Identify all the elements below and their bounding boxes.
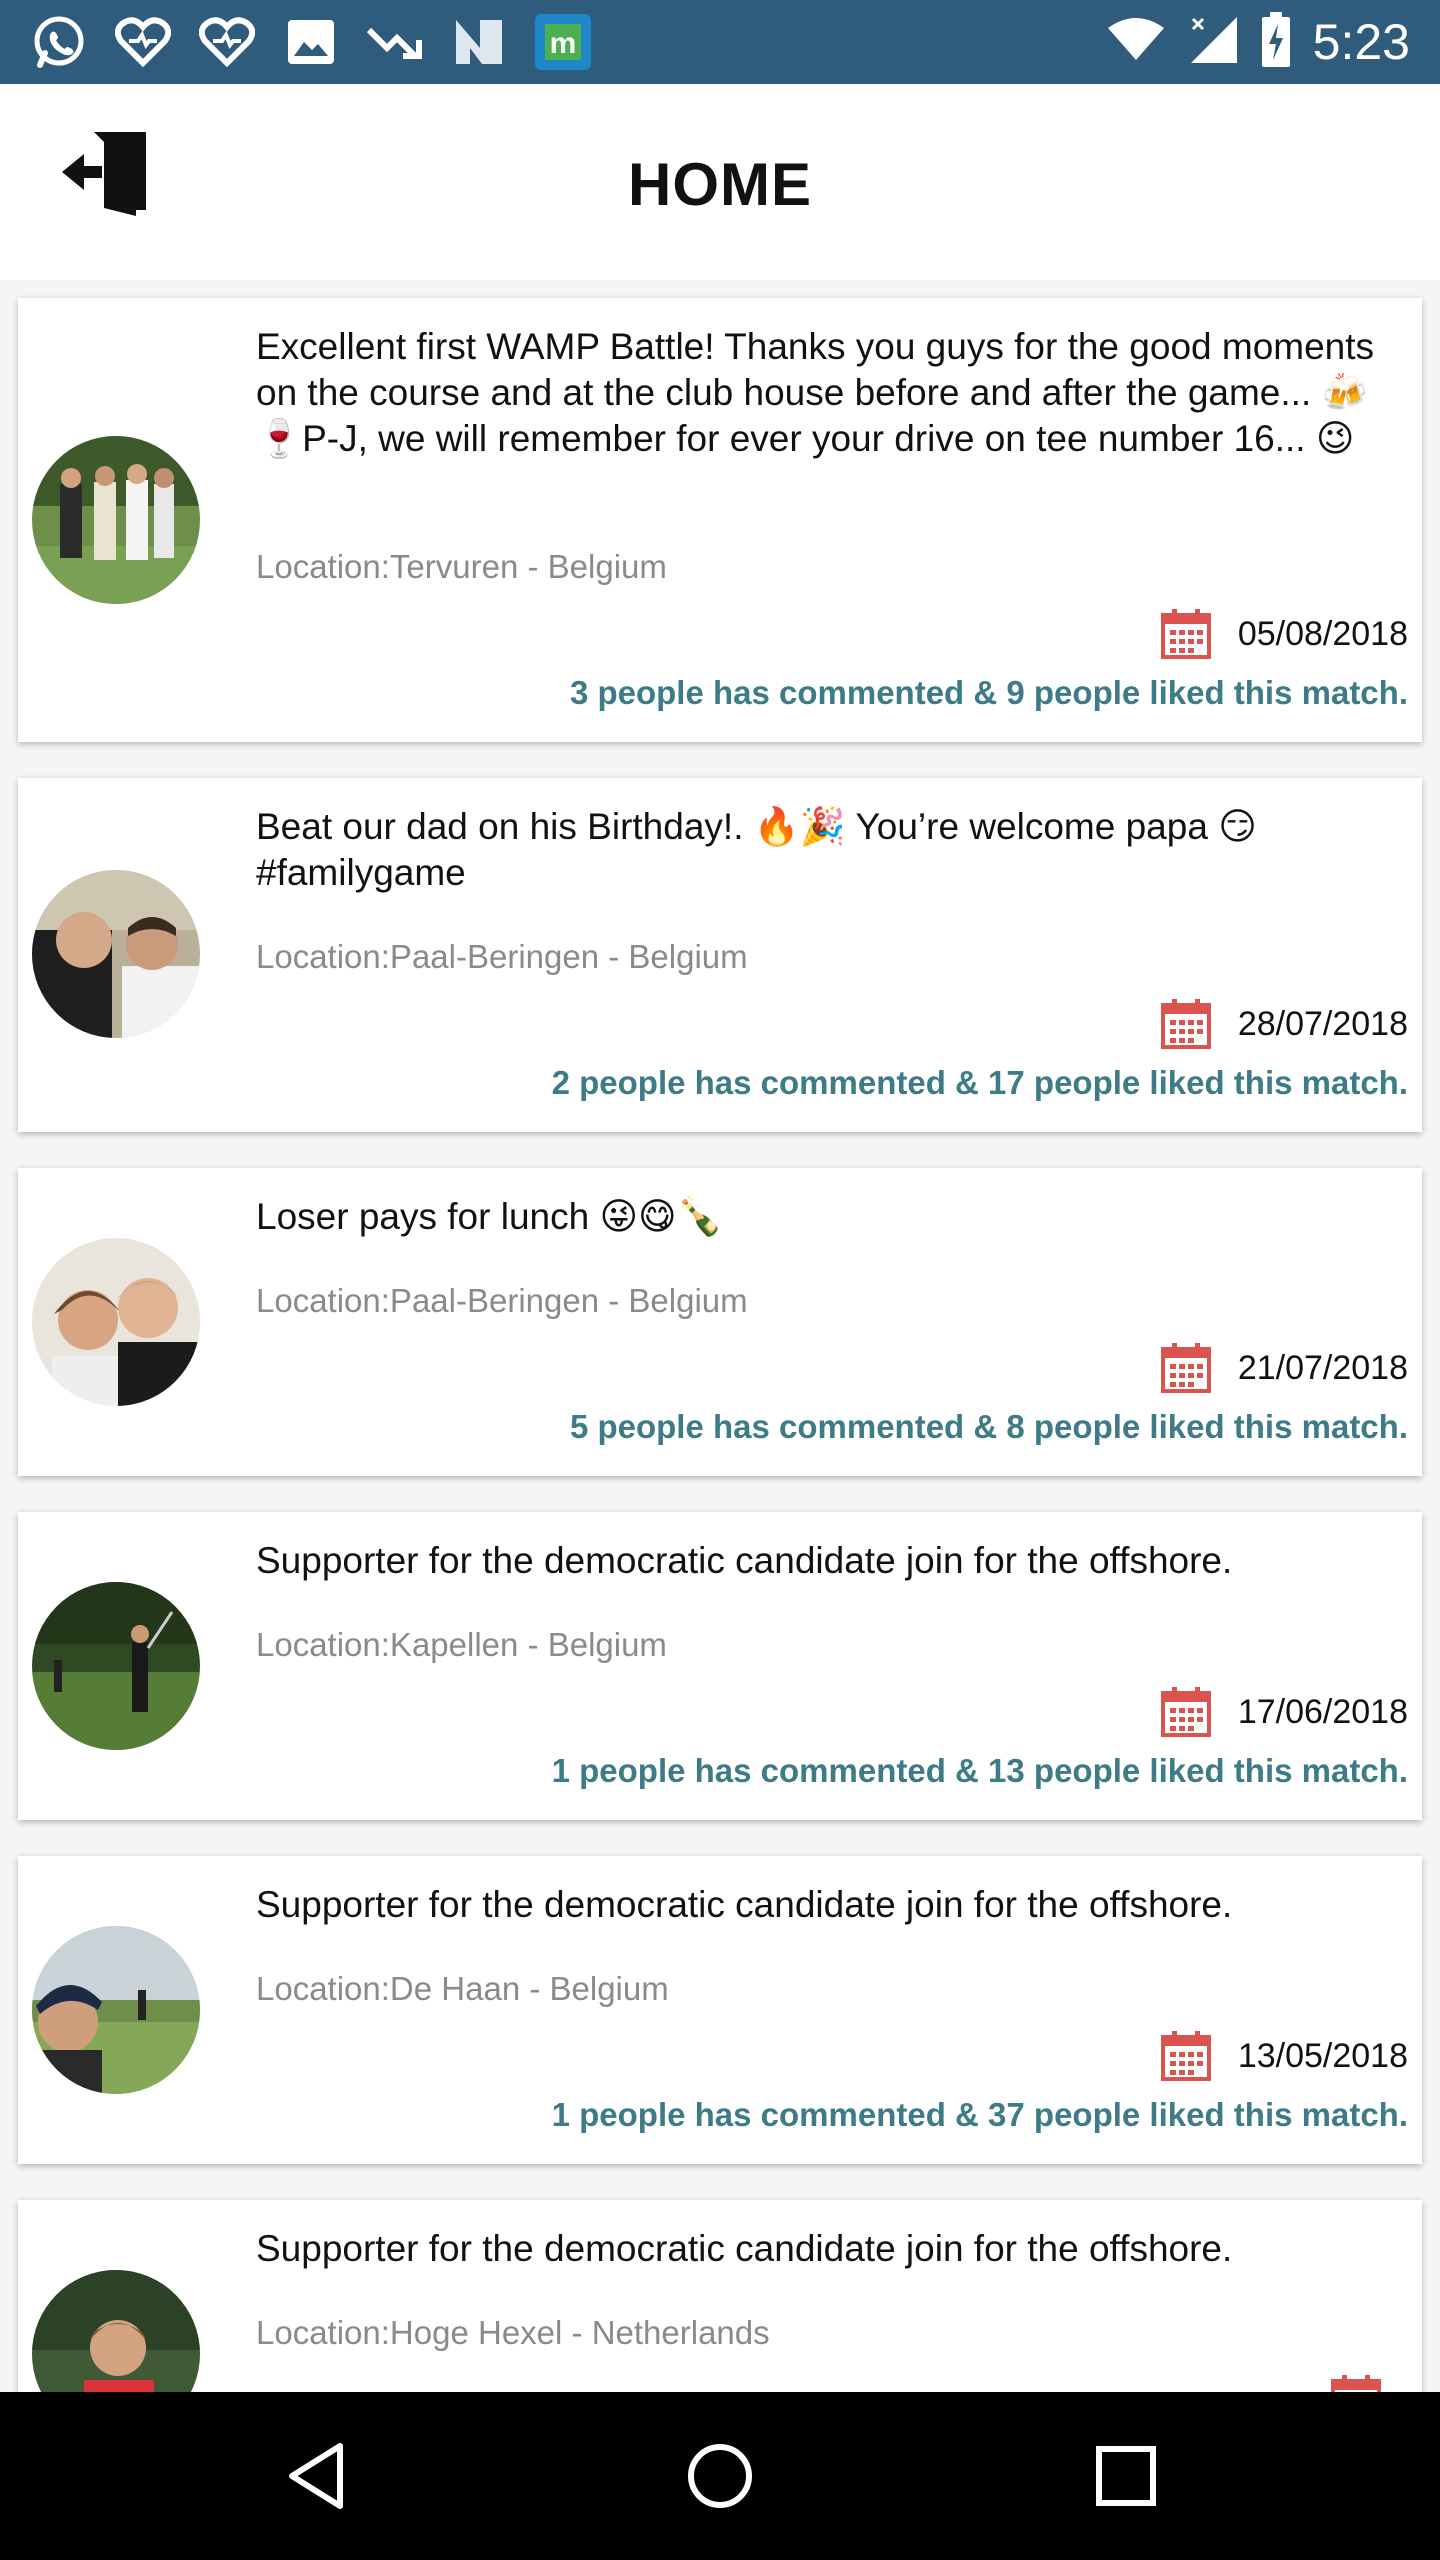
match-stats[interactable]: 5 people has commented & 8 people liked … [570, 1408, 1408, 1446]
home-icon [688, 2444, 752, 2508]
match-stats[interactable]: 1 people has commented & 37 people liked… [552, 2096, 1408, 2134]
match-feed[interactable]: Excellent first WAMP Battle! Thanks you … [0, 280, 1440, 2392]
avatar[interactable] [32, 1238, 200, 1406]
post-text: Supporter for the democratic candidate j… [256, 2228, 1233, 2269]
trend-icon [366, 13, 424, 71]
post-text: Supporter for the democratic candidate j… [256, 1884, 1233, 1925]
status-bar: m 5:23 [0, 0, 1440, 84]
home-button[interactable] [680, 2436, 760, 2516]
date-row: 28/07/2018 [1160, 998, 1408, 1050]
date-row: 13/05/2018 [1160, 2030, 1408, 2082]
whatsapp-icon [30, 13, 88, 71]
match-card[interactable]: Beat our dad on his Birthday!. 🔥🎉 You’re… [18, 778, 1422, 1132]
calendar-icon [1160, 1687, 1211, 1737]
calendar-icon [1160, 999, 1211, 1049]
avatar[interactable] [32, 870, 200, 1038]
location-text: Location:Paal-Beringen - Belgium [256, 1282, 748, 1319]
date-row [1330, 2374, 1408, 2392]
clock: 5:23 [1312, 14, 1410, 70]
calendar-icon [1160, 609, 1211, 659]
heart-icon [198, 13, 256, 71]
match-stats[interactable]: 2 people has commented & 17 people liked… [552, 1064, 1408, 1102]
avatar[interactable] [32, 1926, 200, 2094]
avatar[interactable] [32, 436, 200, 604]
calendar-icon [1331, 2375, 1381, 2392]
n-icon [450, 13, 508, 71]
back-icon [289, 2443, 343, 2509]
wifi-icon [1107, 17, 1165, 67]
post-text: Supporter for the democratic candidate j… [256, 1540, 1233, 1581]
location-text: Location:Paal-Beringen - Belgium [256, 938, 748, 975]
date-row: 21/07/2018 [1160, 1342, 1408, 1394]
avatar[interactable] [32, 2270, 200, 2392]
post-text: Beat our dad on his Birthday!. 🔥🎉 You’re… [256, 806, 1257, 893]
match-date: 28/07/2018 [1237, 1004, 1408, 1043]
date-row: 05/08/2018 [1160, 608, 1408, 660]
location-text: Location:Kapellen - Belgium [256, 1626, 667, 1663]
match-card[interactable]: Supporter for the democratic candidate j… [18, 1512, 1422, 1820]
battery-charging-icon [1261, 11, 1291, 73]
match-stats[interactable]: 1 people has commented & 13 people liked… [552, 1752, 1408, 1790]
system-nav-bar [0, 2392, 1440, 2560]
page-title: HOME [628, 151, 812, 218]
signal-icon [1187, 15, 1239, 70]
calendar-icon [1160, 1343, 1211, 1393]
notification-icons: m [30, 12, 592, 72]
match-card[interactable]: Supporter for the democratic candidate j… [18, 2200, 1422, 2392]
post-text: Excellent first WAMP Battle! Thanks you … [256, 326, 1375, 459]
location-text: Location:De Haan - Belgium [256, 1970, 669, 2007]
post-text: Loser pays for lunch 😜😋🍾 [256, 1196, 723, 1237]
recents-icon [1096, 2446, 1156, 2506]
match-card[interactable]: Supporter for the democratic candidate j… [18, 1856, 1422, 2164]
heart-icon [114, 13, 172, 71]
match-card[interactable]: Loser pays for lunch 😜😋🍾 Location:Paal-B… [18, 1168, 1422, 1476]
avatar[interactable] [32, 1582, 200, 1750]
match-stats[interactable]: 3 people has commented & 9 people liked … [570, 674, 1408, 712]
match-date: 13/05/2018 [1237, 2036, 1408, 2075]
location-text: Location:Hoge Hexel - Netherlands [256, 2314, 770, 2351]
recents-button[interactable] [1086, 2436, 1166, 2516]
match-date: 21/07/2018 [1237, 1348, 1408, 1387]
match-date: 17/06/2018 [1237, 1692, 1408, 1731]
back-button[interactable] [276, 2436, 356, 2516]
m-icon: m [534, 13, 592, 71]
app-header: HOME [0, 84, 1440, 280]
svg-text:m: m [550, 27, 577, 60]
date-row: 17/06/2018 [1160, 1686, 1408, 1738]
image-icon [282, 13, 340, 71]
match-date: 05/08/2018 [1237, 614, 1408, 653]
calendar-icon [1160, 2031, 1211, 2081]
match-card[interactable]: Excellent first WAMP Battle! Thanks you … [18, 298, 1422, 742]
location-text: Location:Tervuren - Belgium [256, 548, 667, 585]
